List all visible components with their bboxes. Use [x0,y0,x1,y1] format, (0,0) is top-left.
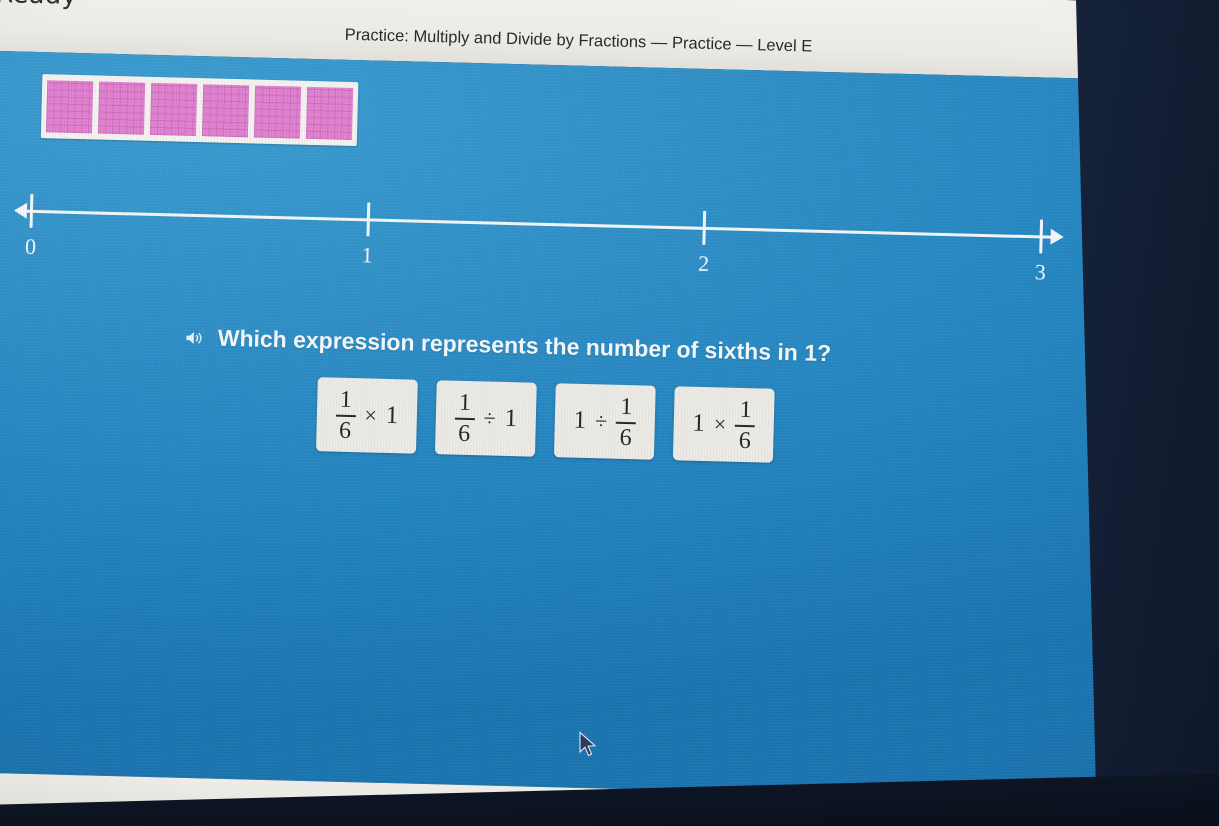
choice-number-right: 1 [385,401,399,430]
choice-number-left: 1 [573,406,587,434]
number-line: 0 1 2 3 [12,171,1064,308]
fraction-numerator: 1 [739,396,752,423]
answer-choice-a[interactable]: 1 6 × 1 [315,377,418,454]
monitor-bezel-right [1075,0,1219,826]
brand-logo: Ready [0,0,78,11]
number-line-label: 0 [24,233,37,260]
number-line-label: 3 [1034,259,1047,285]
fraction-denominator: 6 [619,424,633,451]
question-row: Which expression represents the number o… [182,324,831,367]
choice-fraction-left: 16 [454,389,475,447]
lesson-title: Practice: Multiply and Divide by Fractio… [344,25,813,56]
choice-operator: × [364,402,378,428]
fraction-denominator: 6 [738,427,752,454]
number-line-label: 1 [361,242,373,268]
number-line-tick [29,193,34,228]
fraction-bar-model [40,74,359,147]
fraction-vinculum [735,424,756,427]
choice-number-right: 1 [504,404,518,433]
choice-fraction-left: 16 [335,386,356,444]
fraction-denominator: 6 [338,417,352,444]
choice-operator: × [713,411,727,437]
answer-choice-b[interactable]: 1 6 ÷ 1 [434,380,537,457]
choice-fraction-right: 16 [735,396,756,454]
fraction-vinculum [454,417,475,420]
fraction-bar-segment [253,85,302,139]
arrow-left-icon [13,202,28,219]
fraction-bar-segment [45,80,94,134]
number-line-label: 2 [697,250,710,277]
lesson-stage: 0 1 2 3 Which expression represents the num… [0,49,1188,803]
fraction-numerator: 1 [339,386,353,413]
speaker-icon[interactable] [183,326,206,349]
number-line-tick [1039,219,1044,254]
choice-number-left: 1 [692,409,706,437]
fraction-numerator: 1 [458,389,472,416]
fraction-bar-segment [97,81,146,135]
answer-choice-c[interactable]: 1 ÷ 1 6 [553,383,656,460]
fraction-numerator: 1 [620,393,633,420]
answer-choice-d[interactable]: 1 × 1 6 [672,386,775,463]
photo-of-monitor: Ready Practice: Multiply and Divide by F… [0,0,1219,826]
choice-operator: ÷ [483,405,496,431]
fraction-denominator: 6 [457,420,471,447]
fraction-bar-segment [305,86,354,140]
answer-choice-list: 1 6 × 1 1 6 ÷ 1 1 ÷ 1 6 1 × 1 6 [315,377,775,463]
arrow-right-icon [1050,228,1064,246]
choice-fraction-right: 16 [615,393,637,451]
fraction-vinculum [335,414,356,417]
choice-operator: ÷ [594,408,608,434]
fraction-bar-segment [201,84,250,138]
question-text: Which expression represents the number o… [217,324,832,367]
fraction-vinculum [616,421,637,424]
number-line-tick [366,202,370,237]
fraction-bar-segment [149,82,198,137]
number-line-axis [25,209,1056,239]
monitor-screen-content: Ready Practice: Multiply and Divide by F… [0,0,1190,826]
